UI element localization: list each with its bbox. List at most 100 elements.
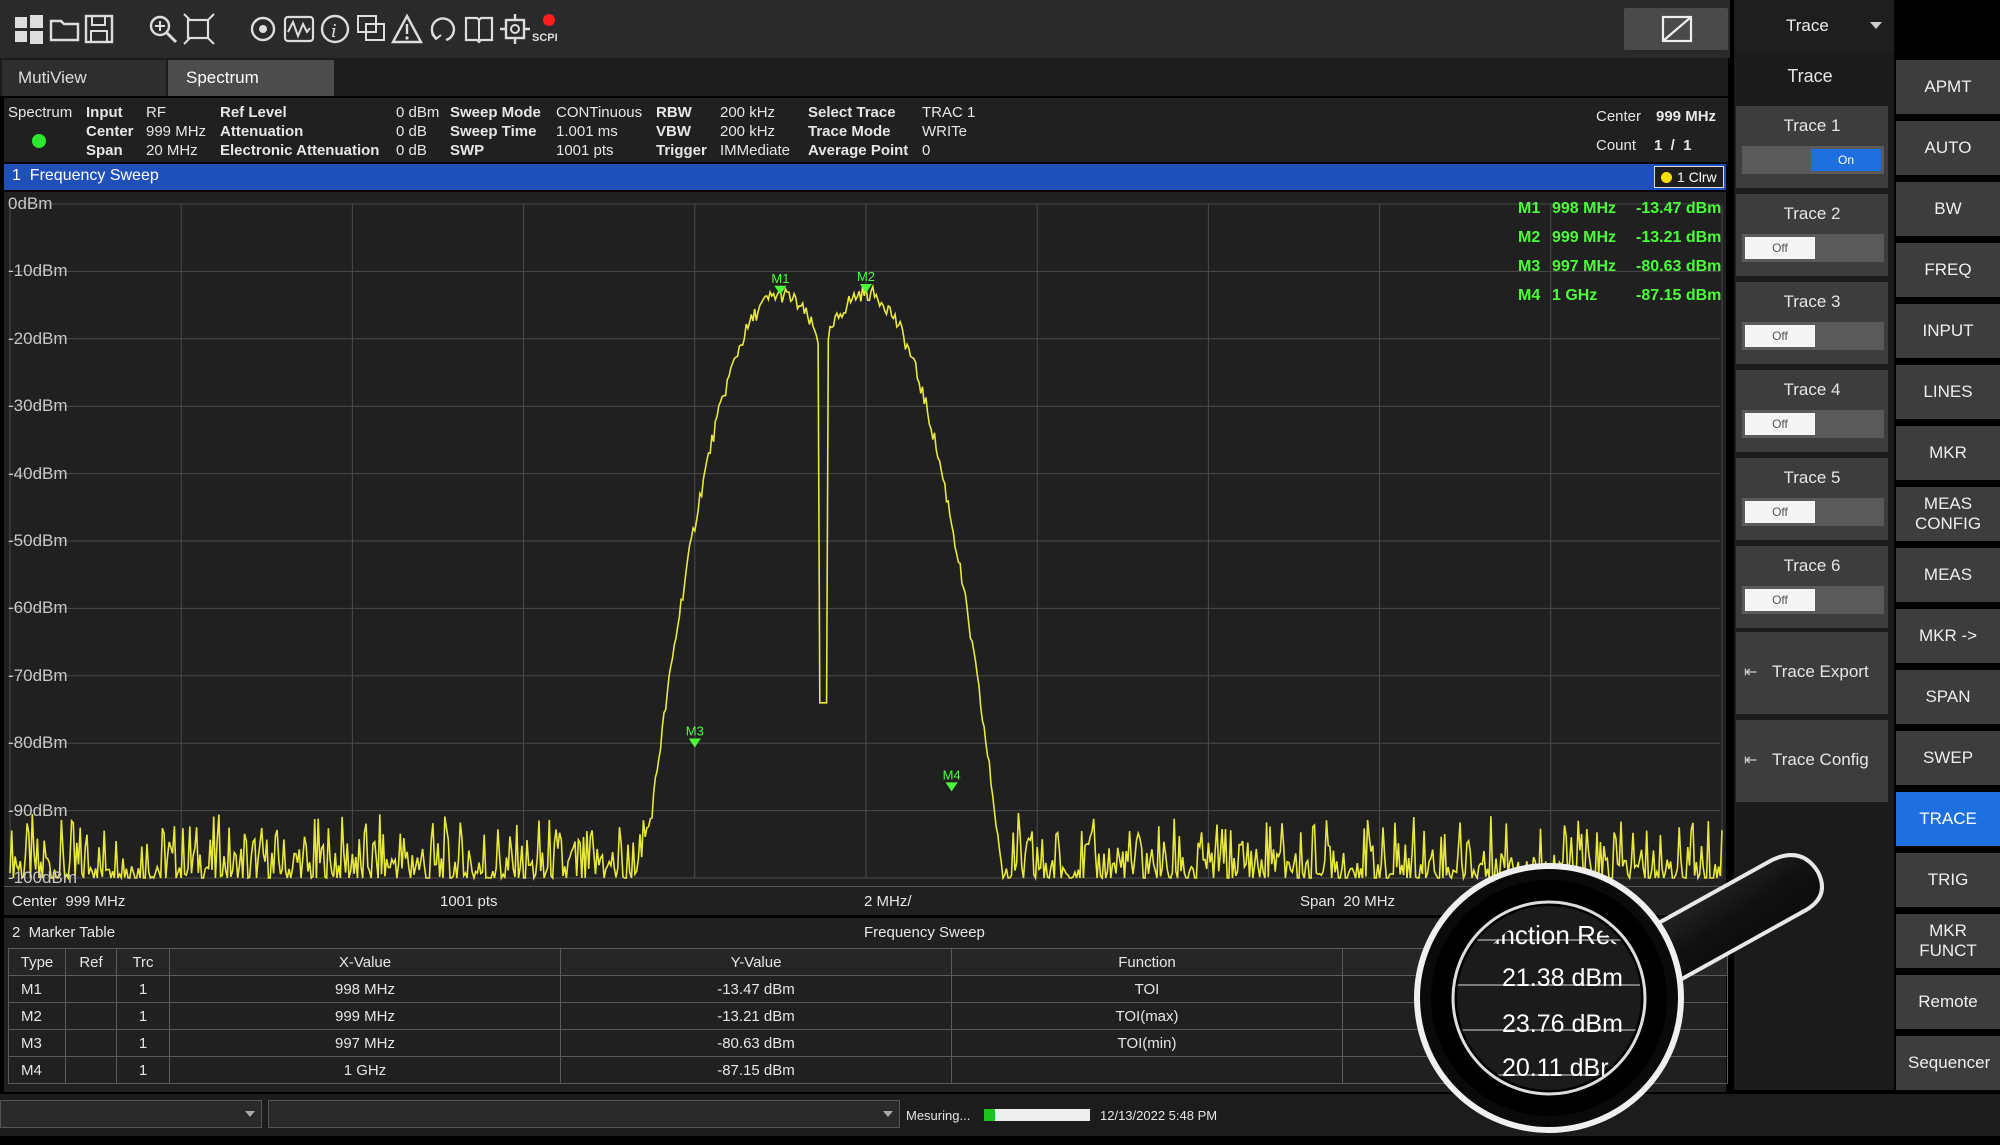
trace-label: Trace 6 — [1783, 556, 1841, 575]
trace-5-toggle[interactable]: Off — [1742, 498, 1884, 526]
warning-icon[interactable] — [390, 12, 424, 46]
y-tick-label: -100dBm — [8, 868, 77, 887]
softkey-trig[interactable]: TRIG — [1896, 853, 2000, 907]
softkey-span[interactable]: SPAN — [1896, 670, 2000, 724]
trace-4-box[interactable]: Trace 4 Off — [1736, 370, 1888, 452]
select-trace-label: Select Trace — [808, 104, 896, 121]
screen-capture-button[interactable] — [1624, 8, 1728, 50]
folder-open-icon[interactable] — [48, 12, 82, 46]
marker-table-subtitle: Frequency Sweep — [864, 924, 985, 941]
info-icon[interactable]: i — [318, 12, 352, 46]
refresh-icon[interactable] — [246, 12, 280, 46]
table-cell: TOI — [951, 975, 1343, 1003]
undo-icon[interactable] — [426, 12, 460, 46]
manual-icon[interactable] — [462, 12, 496, 46]
softkey-swep[interactable]: SWEP — [1896, 731, 2000, 785]
table-cell — [65, 1056, 117, 1084]
column-header: Function — [951, 948, 1343, 976]
toggle-knob: Off — [1745, 589, 1815, 611]
arrow-left-icon: ⇤ — [1744, 664, 1758, 681]
trace-export-button[interactable]: ⇤ Trace Export — [1736, 632, 1888, 714]
sweep-time-label: Sweep Time — [450, 123, 537, 140]
softkey-auto[interactable]: AUTO — [1896, 121, 2000, 175]
marker-readout-freq-text: 999 MHz — [1552, 229, 1617, 246]
trace-3-toggle[interactable]: Off — [1742, 322, 1884, 350]
span-value: 20 MHz — [146, 142, 198, 159]
softkey-sequencer[interactable]: Sequencer — [1896, 1036, 2000, 1090]
marker-readout-freq-text: 1 GHz — [1552, 287, 1598, 304]
table-cell: 1 — [116, 1002, 170, 1030]
trace-mode-label: Trace Mode — [808, 123, 891, 140]
softkey-remote[interactable]: Remote — [1896, 975, 2000, 1029]
rbw-value: 200 kHz — [720, 104, 776, 121]
softkey-label: BW — [1934, 199, 1962, 218]
status-dropdown-1[interactable] — [0, 1100, 262, 1128]
trace-2-box[interactable]: Trace 2 Off — [1736, 194, 1888, 276]
softkey-label: MEAS — [1923, 565, 1973, 584]
ref-level-value: 0 dBm — [396, 104, 440, 121]
trace-mode-value: WRITe — [922, 123, 967, 140]
save-icon[interactable] — [82, 12, 116, 46]
input-value: RF — [146, 104, 166, 121]
softkey-lines[interactable]: LINES — [1896, 365, 2000, 419]
sweep-mode-value: CONTinuous — [556, 104, 643, 121]
trace-1-toggle[interactable]: On — [1742, 146, 1884, 174]
softkey-label: INPUT — [1922, 321, 1974, 340]
trace-6-box[interactable]: Trace 6 Off — [1736, 546, 1888, 628]
marker-readout-freq-text: 998 MHz — [1552, 200, 1617, 217]
zoom-in-icon[interactable] — [146, 12, 180, 46]
multi-window-icon[interactable] — [354, 12, 388, 46]
trace-6-toggle[interactable]: Off — [1742, 586, 1884, 614]
zoom-fit-icon[interactable] — [182, 12, 216, 46]
elec-attenuation-label: Electronic Attenuation — [220, 142, 380, 159]
trace-3-box[interactable]: Trace 3 Off — [1736, 282, 1888, 364]
softkey-label: APMT — [1924, 77, 1972, 96]
marker-readout-level-text: -13.47 dBm — [1636, 200, 1722, 217]
softkey-mkr-funct[interactable]: MKR FUNCT — [1896, 914, 2000, 968]
y-tick-label: 0dBm — [8, 194, 53, 213]
softkey-mkr[interactable]: MKR — [1896, 426, 2000, 480]
y-tick-label: -80dBm — [8, 733, 68, 753]
softkey-bw[interactable]: BW — [1896, 182, 2000, 236]
toggle-knob: Off — [1745, 325, 1815, 347]
tab-multiview[interactable]: MutiView — [2, 60, 166, 96]
status-dropdown-2[interactable] — [268, 1100, 900, 1128]
table-cell: 1 GHz — [169, 1056, 561, 1084]
softkey-mkr[interactable]: MKR -> — [1896, 609, 2000, 663]
trace-label: Trace 2 — [1783, 204, 1841, 223]
trace-5-box[interactable]: Trace 5 Off — [1736, 458, 1888, 540]
table-cell: M2 — [8, 1002, 66, 1030]
softkey-apmt[interactable]: APMT — [1896, 60, 2000, 114]
windows-icon[interactable] — [12, 12, 46, 46]
swp-label: SWP — [450, 142, 485, 159]
trace-color-dot — [1661, 172, 1672, 183]
waveform-icon[interactable] — [282, 12, 316, 46]
scpi-icon[interactable]: SCPI — [532, 12, 566, 46]
softkey-trace[interactable]: TRACE — [1896, 792, 2000, 846]
table-cell: 1 — [116, 1056, 170, 1084]
softkey-input[interactable]: INPUT — [1896, 304, 2000, 358]
spectrum-plot[interactable]: M1 M2 M3 M4 0dBm -10dBm -20dBm -30dBm -40dBm -50… — [4, 192, 1726, 887]
footer-division: 2 MHz/ — [864, 893, 912, 910]
trace-4-toggle[interactable]: Off — [1742, 410, 1884, 438]
trace-tag[interactable]: 1 Clrw — [1654, 166, 1724, 188]
sweep-mode-label: Sweep Mode — [450, 104, 541, 121]
trace-tag-label: 1 Clrw — [1677, 169, 1717, 185]
tab-spectrum[interactable]: Spectrum — [168, 60, 334, 96]
trace-1-box[interactable]: Trace 1 On — [1736, 106, 1888, 188]
softkey-label: LINES — [1923, 382, 1973, 401]
table-cell: M1 — [8, 975, 66, 1003]
settings-icon[interactable] — [498, 12, 532, 46]
softkey-meas-config[interactable]: MEAS CONFIG — [1896, 487, 2000, 541]
softkey-label: Sequencer — [1908, 1053, 1991, 1072]
right-center-label: Center — [1596, 108, 1642, 125]
menu-dropdown[interactable]: Trace — [1734, 0, 1894, 51]
measure-progress-bar — [984, 1109, 1090, 1121]
softkey-meas[interactable]: MEAS — [1896, 548, 2000, 602]
trace-2-toggle[interactable]: Off — [1742, 234, 1884, 262]
softkey-freq[interactable]: FREQ — [1896, 243, 2000, 297]
marker-m4-triangle[interactable] — [945, 782, 958, 792]
trace-label: Trace 3 — [1783, 292, 1841, 311]
trace-config-button[interactable]: ⇤ Trace Config — [1736, 720, 1888, 802]
table-cell: -87.15 dBm — [560, 1056, 952, 1084]
